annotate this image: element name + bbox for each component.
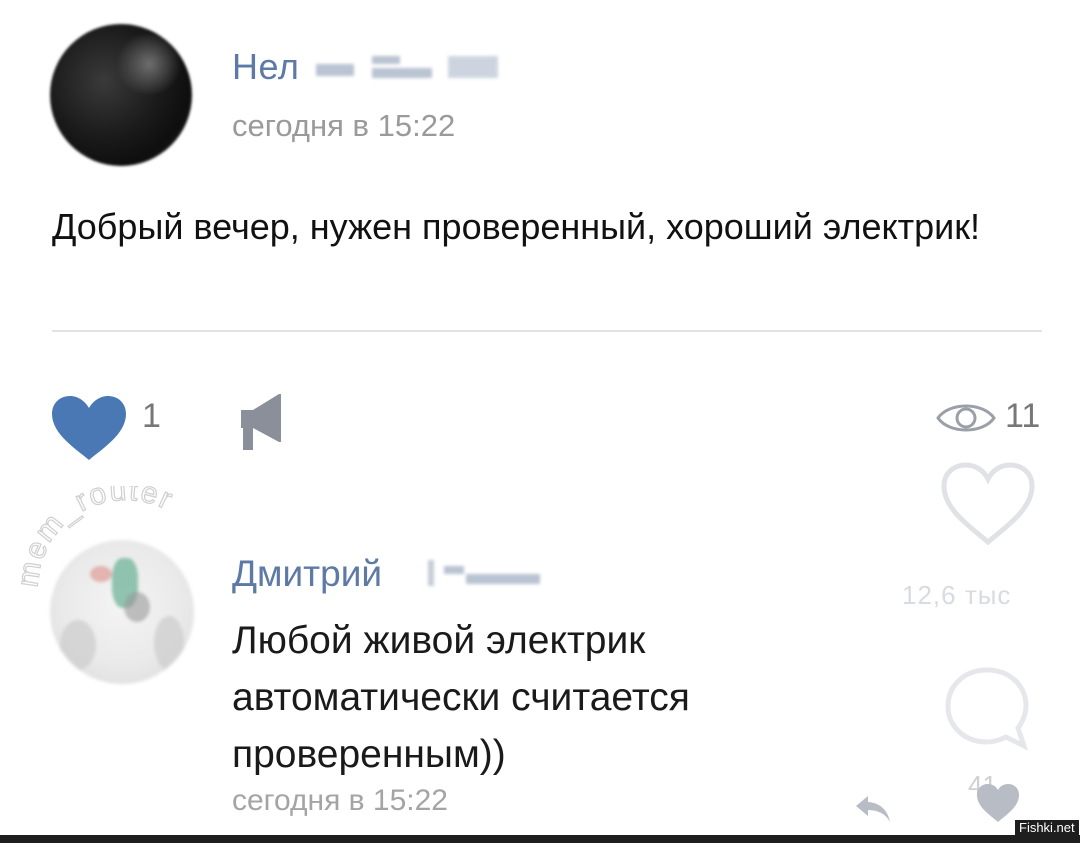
comment-text: Любой живой электрик автоматически счита… <box>232 619 690 776</box>
heart-icon <box>977 784 1019 822</box>
redacted-surname <box>372 68 432 78</box>
comment-bubble-icon <box>945 667 1029 751</box>
comment-timestamp[interactable]: сегодня в 15:22 <box>232 784 448 818</box>
overlay-like-button[interactable] <box>940 462 1036 546</box>
redacted-surname <box>444 566 464 574</box>
heart-outline-icon <box>941 462 1035 546</box>
view-count: 11 <box>1005 397 1041 435</box>
like-button[interactable] <box>50 394 128 462</box>
redacted-surname <box>448 56 498 78</box>
reply-button[interactable] <box>852 792 894 826</box>
post-timestamp[interactable]: сегодня в 15:22 <box>232 108 455 144</box>
eye-icon <box>936 404 996 432</box>
redacted-surname <box>372 56 400 64</box>
redacted-surname <box>428 560 434 586</box>
reply-arrow-icon <box>856 796 890 822</box>
bottom-bar <box>0 835 1080 843</box>
post-author-name-text: Нел <box>232 46 300 87</box>
views-indicator <box>935 396 997 440</box>
overlay-comment-button[interactable] <box>942 664 1032 754</box>
megaphone-share-icon <box>241 394 281 450</box>
comment-author-name[interactable]: Дмитрий <box>232 553 382 595</box>
overlay-like-count: 12,6 тыс <box>902 580 1012 610</box>
post-author-name[interactable]: Нел <box>232 46 299 88</box>
divider <box>52 330 1042 332</box>
post-text: Добрый вечер, нужен проверенный, хороший… <box>52 206 981 247</box>
heart-icon <box>52 396 126 460</box>
redacted-surname <box>466 574 540 584</box>
comment-author-avatar[interactable] <box>50 540 194 684</box>
post-author-avatar[interactable] <box>50 24 192 166</box>
comment-author-name-text: Дмитрий <box>232 553 383 594</box>
share-button[interactable] <box>233 390 291 456</box>
redacted-surname <box>316 64 354 76</box>
comment-like-button[interactable] <box>975 782 1021 824</box>
like-count: 1 <box>142 397 161 435</box>
site-watermark: Fishki.net <box>1015 820 1079 836</box>
